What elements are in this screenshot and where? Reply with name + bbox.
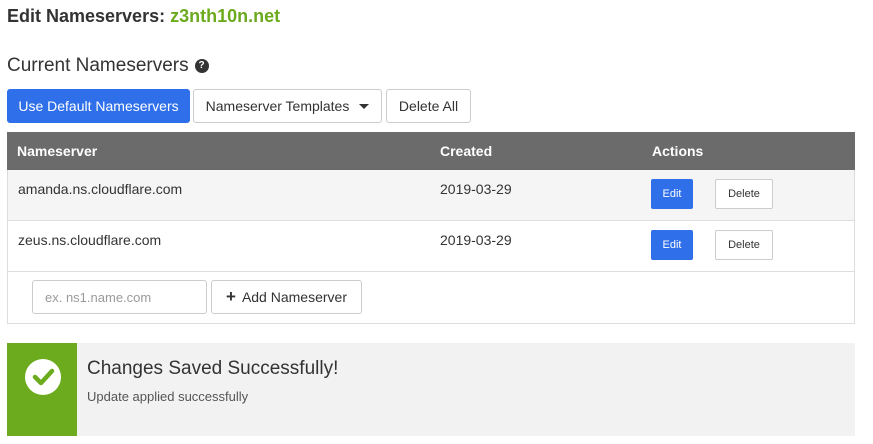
column-header-actions: Actions (652, 143, 704, 159)
nameserver-templates-dropdown[interactable]: Nameserver Templates (193, 89, 382, 123)
add-nameserver-label: Add Nameserver (241, 289, 347, 305)
nameserver-cell: amanda.ns.cloudflare.com (18, 181, 183, 197)
nameserver-input[interactable] (32, 280, 207, 314)
alert-title: Changes Saved Successfully! (87, 358, 339, 379)
use-default-nameservers-label: Use Default Nameservers (18, 98, 179, 114)
section-title-text: Current Nameservers (7, 55, 189, 76)
edit-button[interactable]: Edit (651, 179, 693, 209)
table-row: zeus.ns.cloudflare.com 2019-03-29 Edit D… (8, 221, 854, 272)
table-header: Nameserver Created Actions (7, 132, 855, 170)
alert-status-bar (7, 343, 77, 436)
delete-button[interactable]: Delete (715, 179, 773, 209)
plus-icon: + (226, 287, 236, 306)
page-title: Edit Nameservers: z3nth10n.net (7, 6, 280, 27)
use-default-nameservers-button[interactable]: Use Default Nameservers (7, 89, 190, 123)
column-header-nameserver: Nameserver (17, 143, 98, 159)
delete-all-label: Delete All (398, 98, 459, 114)
table-row: amanda.ns.cloudflare.com 2019-03-29 Edit… (8, 170, 854, 221)
delete-all-button[interactable]: Delete All (386, 89, 471, 123)
add-nameserver-button[interactable]: + Add Nameserver (211, 280, 362, 314)
edit-button[interactable]: Edit (651, 230, 693, 260)
page-title-prefix: Edit Nameservers: (7, 6, 166, 26)
nameservers-table: Nameserver Created Actions amanda.ns.clo… (7, 132, 855, 324)
delete-button[interactable]: Delete (715, 230, 773, 260)
caret-down-icon (359, 103, 370, 109)
alert-message: Update applied successfully (87, 389, 249, 404)
nameserver-templates-label: Nameserver Templates (205, 98, 350, 114)
add-nameserver-row: + Add Nameserver (8, 272, 854, 324)
domain-name: z3nth10n.net (170, 6, 281, 26)
created-cell: 2019-03-29 (440, 181, 512, 197)
nameserver-cell: zeus.ns.cloudflare.com (18, 232, 162, 248)
success-alert: Changes Saved Successfully! Update appli… (7, 343, 855, 436)
created-cell: 2019-03-29 (440, 232, 512, 248)
column-header-created: Created (440, 143, 493, 159)
section-title: Current Nameservers ? (7, 55, 209, 77)
help-icon[interactable]: ? (194, 59, 209, 73)
check-circle-icon (25, 359, 61, 395)
